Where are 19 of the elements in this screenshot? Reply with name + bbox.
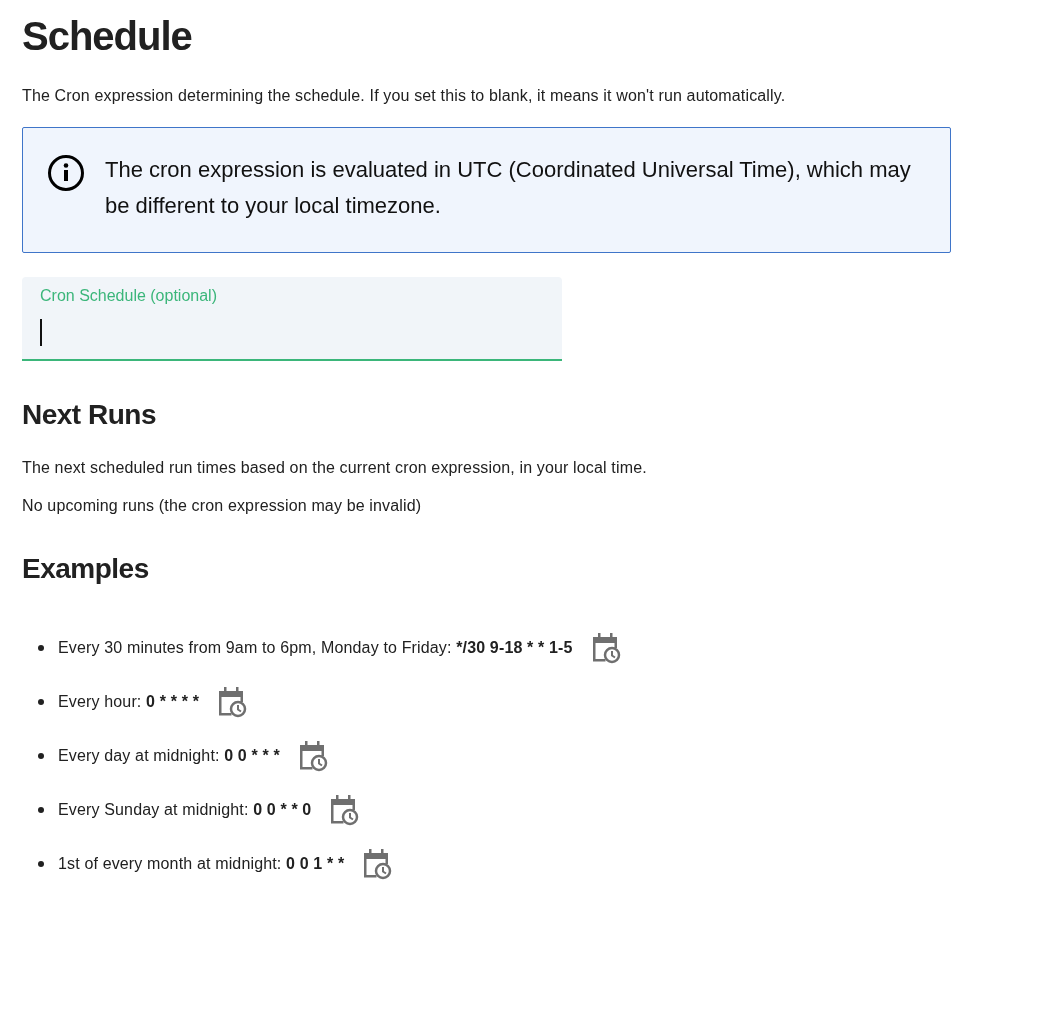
bullet-icon <box>38 753 44 759</box>
cron-schedule-field[interactable]: Cron Schedule (optional) <box>22 277 562 361</box>
next-runs-text: The next scheduled run times based on the current cron expression, in your local time. <box>22 459 647 477</box>
section-heading: Examples <box>22 553 149 585</box>
bullet-icon <box>38 645 44 651</box>
bullet-icon <box>38 861 44 867</box>
description-text: The Cron expression determining the schedule. If you set this to blank, it means it won't run automatically. <box>22 87 786 105</box>
empty-message: No upcoming runs (the cron expression may be invalid) <box>22 497 422 515</box>
bullet-icon <box>38 807 44 813</box>
example-text: Every Sunday at midnight: 0 0 * * 0 <box>58 801 312 819</box>
page-title: Schedule <box>22 14 192 59</box>
example-text: 1st of every month at midnight: 0 0 1 * * <box>58 855 345 873</box>
example-text: Every hour: 0 * * * * <box>58 693 199 711</box>
example-text: Every day at midnight: 0 0 * * * <box>58 747 280 765</box>
alert-text: The cron expression is evaluated in UTC (Coordinated Universal Time), which may be different to your local timezone. <box>105 156 912 220</box>
section-heading: Next Runs <box>22 399 156 431</box>
example-text: Every 30 minutes from 9am to 6pm, Monday to Friday: */30 9-18 * * 1-5 <box>58 639 573 657</box>
bullet-icon <box>38 699 44 705</box>
info-icon <box>47 154 85 192</box>
